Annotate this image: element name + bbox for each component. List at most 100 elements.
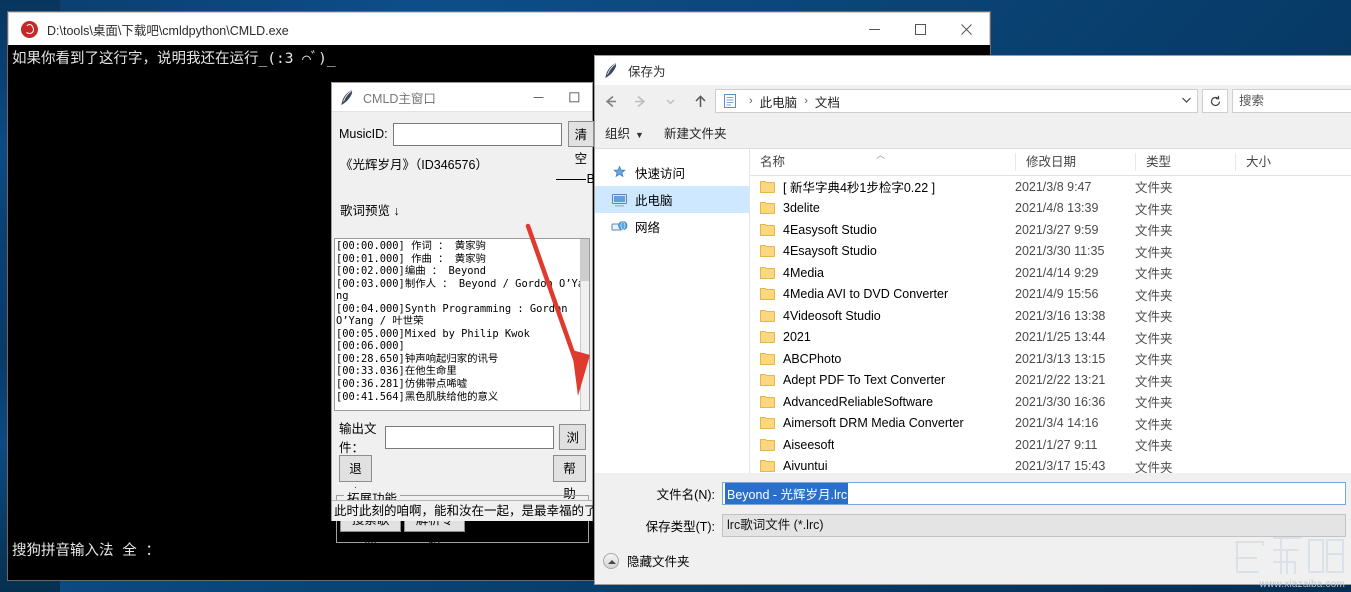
table-row[interactable]: 4Esaysoft Studio2021/3/30 11:35文件夹	[750, 241, 1351, 263]
table-row[interactable]: Aimersoft DRM Media Converter2021/3/4 14…	[750, 413, 1351, 435]
computer-icon	[611, 192, 628, 208]
help-button[interactable]: 帮助	[553, 455, 586, 482]
column-header-size[interactable]: 大小	[1235, 153, 1345, 171]
lyrics-preview-box[interactable]: [00:00.000] 作词 ： 黄家驹 [00:01.000] 作曲 ： 黄家…	[334, 238, 590, 411]
musicid-input[interactable]	[393, 123, 562, 146]
desktop: D:\tools\桌面\下载吧\cmldpython\CMLD.exe 如果你看…	[0, 0, 1351, 592]
back-icon[interactable]	[595, 87, 625, 115]
table-row[interactable]: [ 新华字典4秒1步检字0.22 ]2021/3/8 9:47文件夹	[750, 176, 1351, 198]
table-row[interactable]: 4Media AVI to DVD Converter 2021/4/9 15:5…	[750, 284, 1351, 306]
navigation-pane: 快速访问 此电脑	[595, 149, 750, 473]
lyrics-scrollbar[interactable]	[580, 239, 589, 410]
dialog-content-area: 快速访问 此电脑	[595, 149, 1351, 473]
folder-icon	[760, 202, 775, 214]
table-row[interactable]: Aivuntui2021/3/17 15:43文件夹	[750, 456, 1351, 474]
breadcrumb-documents[interactable]: 文档	[815, 92, 840, 111]
file-date-cell: 2021/1/25 13:44	[1015, 330, 1135, 344]
save-as-titlebar[interactable]: 保存为	[595, 56, 1351, 85]
table-row[interactable]: 4Videosoft Studio2021/3/16 13:38文件夹	[750, 305, 1351, 327]
file-type-cell: 文件夹	[1135, 263, 1235, 282]
search-input[interactable]: 搜索	[1232, 89, 1351, 113]
hide-folders-toggle[interactable]: 隐藏文件夹	[603, 551, 690, 570]
console-maximize-button[interactable]	[897, 13, 943, 45]
organize-label: 组织	[605, 127, 630, 141]
python-feather-icon	[604, 62, 619, 79]
browse-button[interactable]: 浏览	[559, 424, 586, 450]
dialog-bottom-pane: 文件名(N): Beyond - 光辉岁月.lrc 保存类型(T): lrc歌词…	[595, 473, 1351, 585]
dialog-toolbar: 组织▼ 新建文件夹	[595, 117, 1351, 149]
column-name-label: 名称	[760, 155, 785, 169]
watermark-url: www.xiazaiba.com	[1260, 579, 1345, 590]
file-list-pane[interactable]: 名称 ︿ 修改日期 类型 大小 [ 新华字典4秒1步检字0.22 ]2021/3…	[750, 149, 1351, 473]
organize-menu-button[interactable]: 组织▼	[595, 119, 654, 146]
lyrics-preview-label: 歌词预览 ↓	[340, 200, 400, 219]
sidebar-item-quick-access[interactable]: 快速访问	[595, 159, 749, 186]
clear-button[interactable]: 清空	[568, 121, 595, 147]
file-type-cell: 文件夹	[1135, 220, 1235, 239]
folder-icon	[760, 310, 775, 322]
address-chevron-down-icon[interactable]	[1175, 96, 1197, 107]
table-row[interactable]: Adept PDF To Text Converter2021/2/22 13:…	[750, 370, 1351, 392]
table-row[interactable]: 4Easysoft Studio2021/3/27 9:59文件夹	[750, 219, 1351, 241]
folder-icon	[760, 439, 775, 451]
file-date-cell: 2021/3/8 9:47	[1015, 180, 1135, 194]
file-date-cell: 2021/3/13 13:15	[1015, 352, 1135, 366]
table-row[interactable]: AdvancedReliableSoftware2021/3/30 16:36文…	[750, 391, 1351, 413]
file-date-cell: 2021/4/9 15:56	[1015, 287, 1135, 301]
cmld-titlebar[interactable]: CMLD主窗口	[332, 83, 592, 112]
breadcrumb-this-pc[interactable]: 此电脑	[760, 92, 798, 111]
address-bar[interactable]: › 此电脑 › 文档	[715, 89, 1198, 113]
folder-icon	[760, 374, 775, 386]
folder-icon	[760, 288, 775, 300]
recent-locations-chevron-down-icon[interactable]	[655, 87, 685, 115]
cmld-main-window: CMLD主窗口 MusicID: 清空 《光辉岁月》（ID346576） B 歌…	[331, 82, 593, 521]
file-date-cell: 2021/3/16 13:38	[1015, 309, 1135, 323]
cmld-maximize-button[interactable]	[556, 83, 592, 111]
network-icon	[611, 219, 628, 235]
sidebar-item-network[interactable]: 网络	[595, 213, 749, 240]
cmld-minimize-button[interactable]	[520, 83, 556, 111]
file-type-cell: 文件夹	[1135, 435, 1235, 454]
file-name-label: Aivuntui	[783, 459, 827, 473]
folder-icon	[760, 460, 775, 472]
table-row[interactable]: ABCPhoto2021/3/13 13:15文件夹	[750, 348, 1351, 370]
hide-folders-label: 隐藏文件夹	[627, 551, 690, 570]
table-row[interactable]: 3delite2021/4/8 13:39文件夹	[750, 198, 1351, 220]
file-date-cell: 2021/3/4 14:16	[1015, 416, 1135, 430]
sidebar-item-this-pc[interactable]: 此电脑	[595, 186, 749, 213]
filetype-select[interactable]: lrc歌词文件 (*.lrc)	[722, 514, 1346, 537]
new-folder-button[interactable]: 新建文件夹	[654, 119, 737, 146]
table-row[interactable]: 20212021/1/25 13:44文件夹	[750, 327, 1351, 349]
folder-icon	[760, 396, 775, 408]
file-name-cell: 4Media	[750, 266, 1015, 280]
console-titlebar[interactable]: D:\tools\桌面\下载吧\cmldpython\CMLD.exe	[8, 12, 990, 45]
cmld-client-area: MusicID: 清空 《光辉岁月》（ID346576） B 歌词预览 ↓ [0…	[332, 112, 592, 521]
file-type-cell: 文件夹	[1135, 285, 1235, 304]
up-one-level-icon[interactable]	[685, 87, 715, 115]
file-type-cell: 文件夹	[1135, 457, 1235, 473]
folder-icon	[760, 181, 775, 193]
console-minimize-button[interactable]	[851, 13, 897, 45]
file-name-cell: ABCPhoto	[750, 352, 1015, 366]
lyrics-text: [00:00.000] 作词 ： 黄家驹 [00:01.000] 作曲 ： 黄家…	[335, 239, 589, 403]
forward-icon[interactable]	[625, 87, 655, 115]
file-date-cell: 2021/2/22 13:21	[1015, 373, 1135, 387]
output-file-input[interactable]	[385, 426, 554, 449]
file-name-cell: AdvancedReliableSoftware	[750, 395, 1015, 409]
file-name-label: 4Media AVI to DVD Converter	[783, 287, 948, 301]
sidebar-label: 网络	[635, 217, 660, 236]
exit-button[interactable]: 退出	[339, 455, 372, 482]
column-header-date[interactable]: 修改日期	[1015, 153, 1135, 171]
file-name-cell: 4Easysoft Studio	[750, 223, 1015, 237]
table-row[interactable]: 4Media2021/4/14 9:29文件夹	[750, 262, 1351, 284]
file-name-label: 4Esaysoft Studio	[783, 244, 877, 258]
folder-icon	[760, 245, 775, 257]
table-row[interactable]: Aiseesoft2021/1/27 9:11文件夹	[750, 434, 1351, 456]
save-as-dialog: 保存为	[594, 55, 1351, 585]
refresh-icon[interactable]	[1202, 89, 1228, 113]
console-close-button[interactable]	[943, 13, 989, 45]
column-header-type[interactable]: 类型	[1135, 153, 1235, 171]
console-title: D:\tools\桌面\下载吧\cmldpython\CMLD.exe	[47, 20, 851, 39]
filename-input[interactable]: Beyond - 光辉岁月.lrc	[722, 482, 1346, 505]
column-header-name[interactable]: 名称 ︿	[750, 153, 1015, 171]
